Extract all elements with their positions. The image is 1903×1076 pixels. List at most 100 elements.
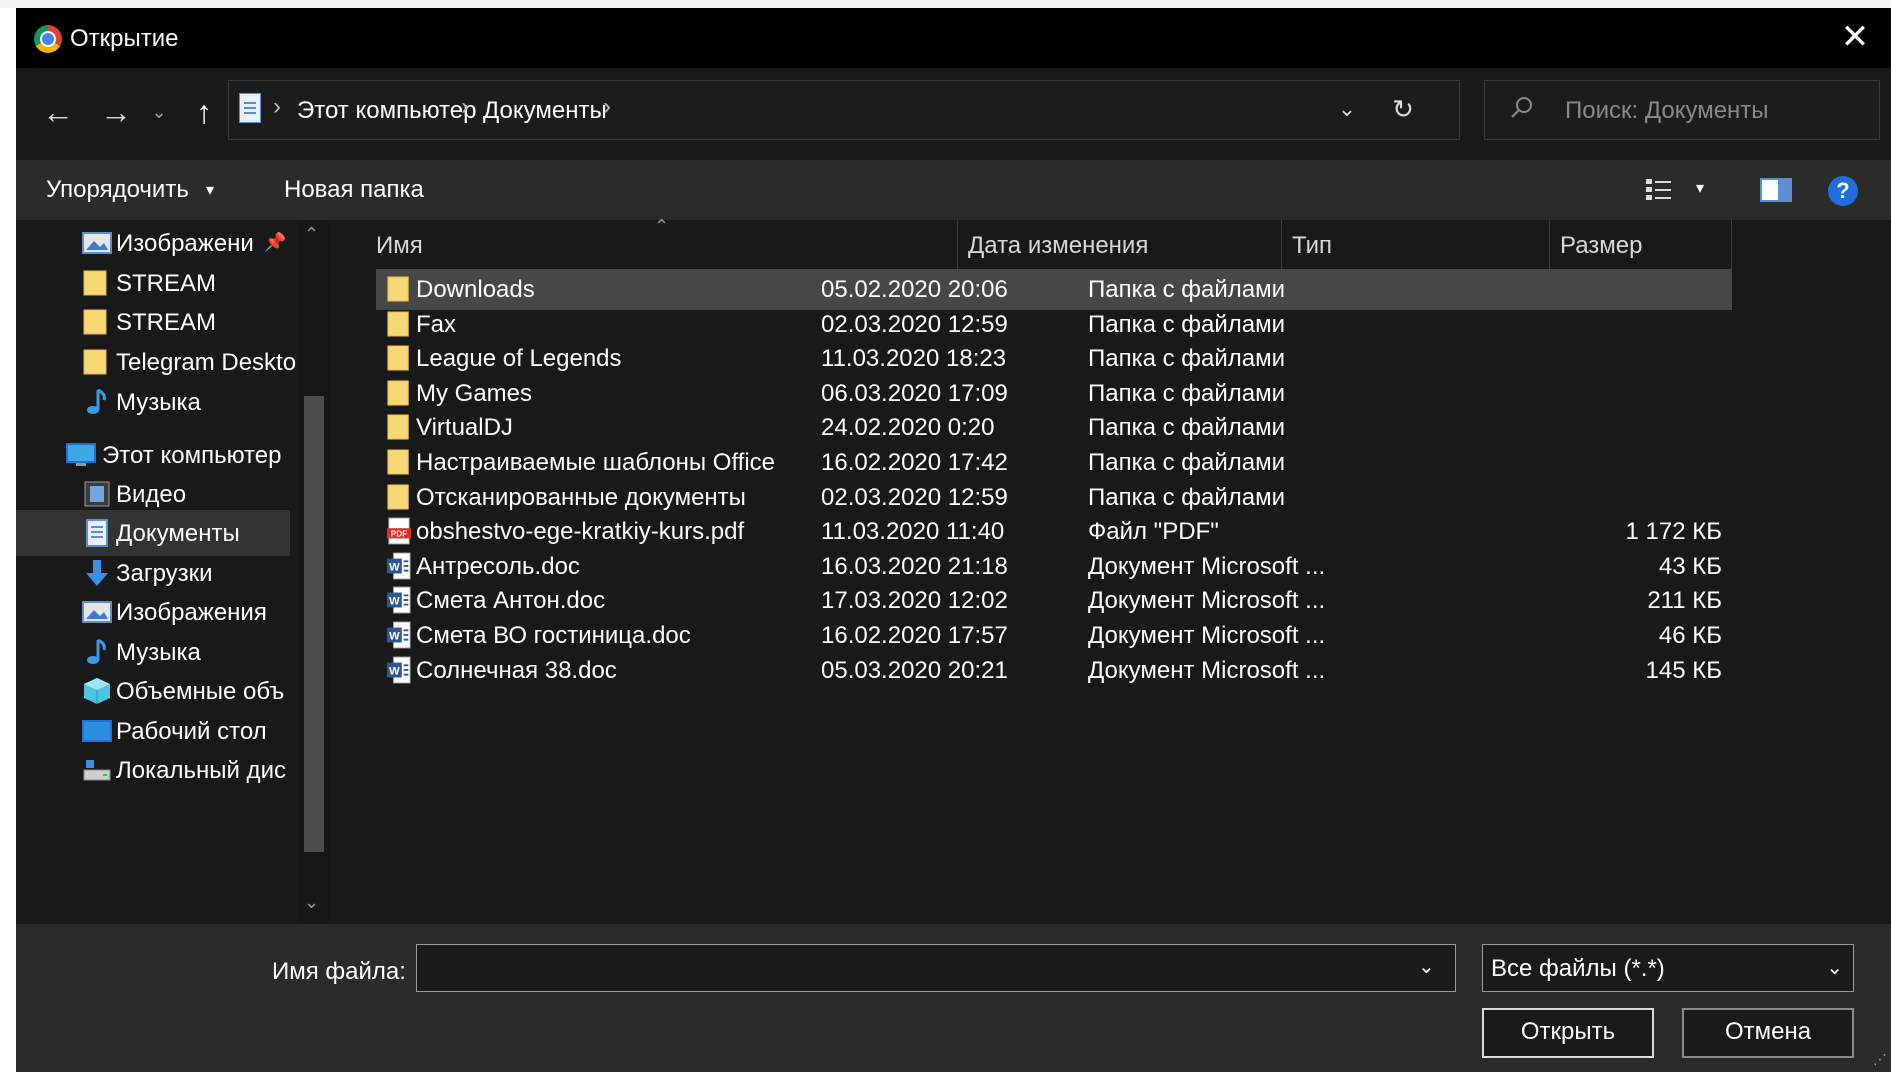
sidebar-item-label: Локальный дис <box>116 757 286 784</box>
breadcrumb-documents[interactable]: Документы <box>483 97 607 125</box>
scroll-down-chevron-icon[interactable]: ⌄ <box>304 892 319 913</box>
resize-grip-icon[interactable]: ⋰ <box>1873 1051 1887 1068</box>
search-box[interactable]: Поиск: Документы <box>1484 80 1880 140</box>
folder-icon <box>387 380 409 406</box>
file-type: Папка с файлами <box>1088 345 1286 373</box>
sidebar-item-label: Музыка <box>116 389 201 416</box>
word-document-icon: W <box>386 586 411 614</box>
sidebar-scrollbar[interactable]: ⌃ ⌄ <box>298 220 330 924</box>
command-toolbar: Упорядочить ▾ Новая папка ▾ ? <box>16 160 1891 220</box>
navigation-pane: Изображени 📌 STREAM STREAM Telegram Desk… <box>16 220 330 924</box>
file-size: 145 КБ <box>1645 656 1722 684</box>
column-header-label: Тип <box>1292 232 1333 259</box>
scroll-up-chevron-icon[interactable]: ⌃ <box>304 224 319 245</box>
file-row[interactable]: W Солнечная 38.doc 05.03.2020 20:21 Докумен… <box>376 650 1732 691</box>
search-icon <box>1511 97 1532 118</box>
word-document-icon: W <box>386 552 411 580</box>
folder-icon <box>83 270 107 296</box>
refresh-icon[interactable]: ↻ <box>1385 91 1421 127</box>
sidebar-scrollbar-thumb[interactable] <box>304 396 324 852</box>
computer-icon <box>66 443 96 466</box>
close-button[interactable]: ✕ <box>1820 8 1890 68</box>
search-placeholder[interactable]: Поиск: Документы <box>1565 97 1769 125</box>
file-name: VirtualDJ <box>416 414 513 442</box>
breadcrumb-separator[interactable]: › <box>273 93 281 121</box>
cube-icon <box>84 678 110 704</box>
sidebar-item-label: Изображения <box>116 599 267 626</box>
sidebar-item-label: Объемные объ <box>116 678 285 705</box>
folder-icon <box>387 484 409 510</box>
view-options-icon[interactable] <box>1644 176 1680 204</box>
new-folder-button[interactable]: Новая папка <box>284 176 424 204</box>
organize-button[interactable]: Упорядочить <box>46 176 189 204</box>
back-arrow-icon[interactable]: ← <box>36 90 80 134</box>
sidebar-item-label: Рабочий стол <box>116 718 267 745</box>
file-date: 11.03.2020 11:40 <box>821 518 1005 546</box>
sidebar-item-label: Видео <box>116 481 187 508</box>
view-dropdown-icon[interactable]: ▾ <box>1696 178 1704 198</box>
breadcrumb-separator[interactable]: › <box>603 93 611 121</box>
help-icon[interactable]: ? <box>1828 176 1858 206</box>
column-header-type[interactable]: Тип <box>1282 220 1550 270</box>
background-strip-top <box>0 0 1903 8</box>
file-type: Папка с файлами <box>1088 483 1286 511</box>
folder-icon <box>387 311 409 337</box>
file-size: 1 172 КБ <box>1625 518 1722 546</box>
filter-dropdown-chevron-icon[interactable]: ⌄ <box>1826 955 1843 980</box>
filename-input[interactable] <box>416 944 1456 992</box>
sidebar-item-label: Загрузки <box>116 560 213 587</box>
cancel-button[interactable]: Отмена <box>1682 1008 1854 1058</box>
open-button[interactable]: Открыть <box>1482 1008 1654 1058</box>
column-header-date[interactable]: Дата изменения <box>958 220 1282 270</box>
file-type: Папка с файлами <box>1088 310 1286 338</box>
open-file-dialog: Открытие ✕ ← → ⌄ ↑ › Этот компьютер › До… <box>16 8 1891 1072</box>
breadcrumb-this-pc[interactable]: Этот компьютер <box>297 97 476 125</box>
chrome-icon <box>34 25 62 53</box>
folder-icon <box>387 414 409 440</box>
music-icon <box>87 638 106 664</box>
preview-pane-icon[interactable] <box>1760 178 1792 202</box>
sidebar-item-local-disk[interactable]: Локальный дис <box>16 747 290 793</box>
music-icon <box>87 388 106 414</box>
file-type-filter-value: Все файлы (*.*) <box>1491 955 1665 982</box>
file-date: 05.02.2020 20:06 <box>821 276 1008 303</box>
documents-location-icon <box>239 93 261 123</box>
file-type-filter-select[interactable]: Все файлы (*.*) ⌄ <box>1482 944 1854 992</box>
file-date: 17.03.2020 12:02 <box>821 587 1008 615</box>
pictures-icon <box>82 232 112 254</box>
address-dropdown-chevron-icon[interactable]: ⌄ <box>1329 91 1365 127</box>
folder-icon <box>387 276 409 302</box>
sidebar-item-music-quick[interactable]: Музыка <box>16 379 290 425</box>
folder-icon <box>83 349 107 375</box>
file-name: Downloads <box>416 276 535 303</box>
file-date: 02.03.2020 12:59 <box>821 310 1008 338</box>
column-header-size[interactable]: Размер <box>1550 220 1732 270</box>
up-arrow-icon[interactable]: ↑ <box>182 90 226 134</box>
pin-icon[interactable]: 📌 <box>264 232 286 253</box>
column-header-name[interactable]: ⌃ Имя <box>330 216 958 270</box>
file-type: Файл "PDF" <box>1088 518 1219 546</box>
file-list: ⌃ Имя Дата изменения Тип Размер Download… <box>330 216 1891 924</box>
dialog-title: Открытие <box>70 25 179 52</box>
file-name: Настраиваемые шаблоны Office <box>416 449 776 476</box>
svg-text:W: W <box>389 631 400 643</box>
background-strip-bottom <box>0 1072 1903 1076</box>
file-type: Папка с файлами <box>1088 379 1286 407</box>
file-type: Документ Microsoft ... <box>1088 622 1326 649</box>
svg-text:W: W <box>389 561 400 573</box>
column-header-label: Имя <box>376 232 423 259</box>
folder-icon <box>387 345 409 371</box>
file-date: 02.03.2020 12:59 <box>821 483 1008 511</box>
organize-dropdown-icon[interactable]: ▾ <box>206 180 214 200</box>
file-date: 16.03.2020 21:18 <box>821 552 1008 580</box>
address-bar[interactable]: › Этот компьютер › Документы › ⌄ ↻ <box>228 80 1460 140</box>
svg-text:W: W <box>389 665 400 677</box>
breadcrumb-separator[interactable]: › <box>461 93 469 121</box>
forward-arrow-icon[interactable]: → <box>94 90 138 134</box>
download-arrow-icon <box>86 560 108 586</box>
file-date: 16.02.2020 17:42 <box>821 449 1008 476</box>
recent-locations-chevron-icon[interactable]: ⌄ <box>146 90 172 134</box>
folder-icon <box>83 309 107 335</box>
file-size: 211 КБ <box>1647 587 1722 615</box>
filename-dropdown-chevron-icon[interactable]: ⌄ <box>1418 954 1435 979</box>
